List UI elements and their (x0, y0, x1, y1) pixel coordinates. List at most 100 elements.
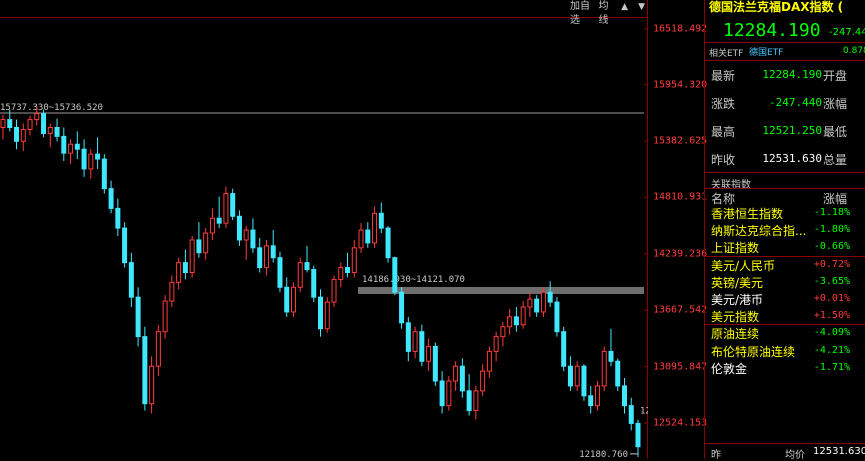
candle-body (432, 345, 438, 382)
candle-body (74, 143, 80, 150)
price-change: -247.440 (829, 27, 865, 38)
candle-body (311, 269, 317, 298)
quote-label: 最新 (711, 69, 736, 83)
candle-body (588, 395, 594, 407)
quote-value: 12284.190 (762, 68, 822, 81)
divider (705, 188, 865, 189)
candle-body (243, 229, 249, 241)
candle-body (61, 135, 67, 154)
index-title: 德国法兰克福DAX指数 ( (709, 0, 844, 14)
candle-body (331, 278, 337, 303)
candle-body (257, 247, 263, 269)
quote-row: 涨跌 -247.440 涨幅 (705, 95, 865, 113)
candle-body (547, 291, 553, 303)
candle-body (263, 245, 269, 269)
quote-row: 最新 12284.190 开盘 (705, 67, 865, 85)
candle-body (122, 227, 128, 264)
candle-body (142, 336, 148, 405)
related-index-name: 香港恒生指数 (711, 207, 784, 221)
related-index-row[interactable]: 美元指数 +1.50% (705, 308, 865, 325)
candle-body (446, 380, 452, 407)
candle-body (554, 301, 560, 333)
moving-average-button[interactable]: 均线 (597, 0, 615, 26)
candle-body (426, 345, 432, 362)
candle-body (540, 291, 546, 313)
candle-body (365, 229, 371, 244)
scroll-down-icon[interactable]: ▼ (635, 0, 648, 14)
related-index-row[interactable]: 纳斯达克综合指... -1.80% (705, 222, 865, 239)
add-favorite-button[interactable]: 加自选 (568, 0, 593, 26)
latest-price: 12284.190 (723, 20, 821, 41)
related-index-change: -4.09% (813, 327, 850, 339)
candle-body (135, 296, 141, 338)
candle-body (54, 126, 60, 137)
y-tick-label: 15382.625 (653, 135, 708, 147)
related-index-row[interactable]: 布伦特原油连续 -4.21% (705, 343, 865, 360)
y-tick-label: 14239.236 (653, 248, 708, 260)
candle-body (250, 229, 256, 249)
candle-body (277, 257, 283, 288)
related-index-row[interactable]: 原油连续 -4.09% (705, 325, 865, 342)
candle-body (318, 296, 323, 330)
y-tick-label: 13667.542 (653, 304, 708, 316)
y-tick-label: 14810.931 (653, 191, 708, 203)
candle-body (68, 143, 74, 154)
candle-body (284, 286, 290, 313)
y-axis: 16518.492 15954.320 15382.625 14810.931 1423… (648, 0, 708, 459)
candle-body (14, 126, 20, 142)
related-index-name: 布伦特原油连续 (711, 344, 796, 359)
candle-body (358, 229, 364, 249)
candle-body (209, 217, 215, 234)
candle-body (338, 267, 344, 280)
related-index-row[interactable]: 美元/港币 +0.01% (705, 291, 865, 308)
y-tick-label: 15954.320 (653, 79, 708, 91)
related-index-row[interactable]: 英镑/美元 -3.65% (705, 274, 865, 291)
related-index-name: 纳斯达克综合指... (711, 224, 807, 239)
related-index-name: 美元指数 (711, 310, 760, 325)
quote-label-2: 涨幅 (823, 97, 848, 111)
candle-body (223, 193, 229, 224)
low-label: 12180.760 (579, 450, 628, 459)
y-tick-label: 12524.153 (653, 417, 708, 429)
candle-body (601, 350, 607, 387)
related-index-row[interactable]: 上证指数 -0.66% (705, 239, 865, 256)
candlestick-chart[interactable]: 15737.330~15736.520 14186.930~14121.070 12… (0, 0, 648, 459)
candle-body (459, 365, 465, 392)
candle-body (81, 148, 87, 170)
candle-body (581, 365, 587, 397)
candle-body (162, 300, 168, 333)
candle-body (527, 298, 533, 308)
quote-value: 12521.250 (762, 124, 822, 137)
related-index-row[interactable]: 美元/人民币 +0.72% (705, 257, 865, 274)
candle-body (520, 306, 526, 326)
candle-body (561, 331, 567, 367)
related-index-row[interactable]: 香港恒生指数 -1.18% (705, 205, 865, 222)
candle-body (128, 262, 134, 298)
related-index-change: -4.21% (813, 344, 850, 356)
related-index-name: 美元/人民币 (711, 258, 776, 273)
divider (705, 60, 865, 61)
etf-link[interactable]: 德国ETF (749, 45, 783, 58)
candle-body (47, 126, 53, 134)
y-tick-label: 13095.847 (653, 361, 708, 373)
candle-body (0, 119, 6, 128)
candle-body (270, 245, 276, 259)
candle-body (608, 350, 614, 362)
related-index-change: +1.50% (813, 310, 850, 322)
high-label: 15737.330~15736.520 (0, 103, 103, 113)
related-index-row[interactable]: 伦敦金 -1.71% (705, 360, 865, 377)
candle-body (567, 365, 573, 387)
related-index-change: -1.18% (813, 207, 850, 218)
candle-body (149, 365, 155, 405)
chart-toolbar: 加自选 均线 ▲ ▼ (568, 0, 648, 26)
candle-body (453, 365, 459, 382)
related-index-change: -1.71% (813, 361, 850, 373)
candle-body (27, 119, 33, 130)
candle-body (385, 227, 391, 259)
etf-label: 相关ETF (709, 49, 744, 59)
scroll-up-icon[interactable]: ▲ (618, 0, 631, 14)
candle-body (155, 331, 161, 367)
quote-label: 最高 (711, 125, 736, 139)
candle-body (594, 385, 600, 407)
quote-row: 昨收 12531.630 总量 (705, 151, 865, 169)
